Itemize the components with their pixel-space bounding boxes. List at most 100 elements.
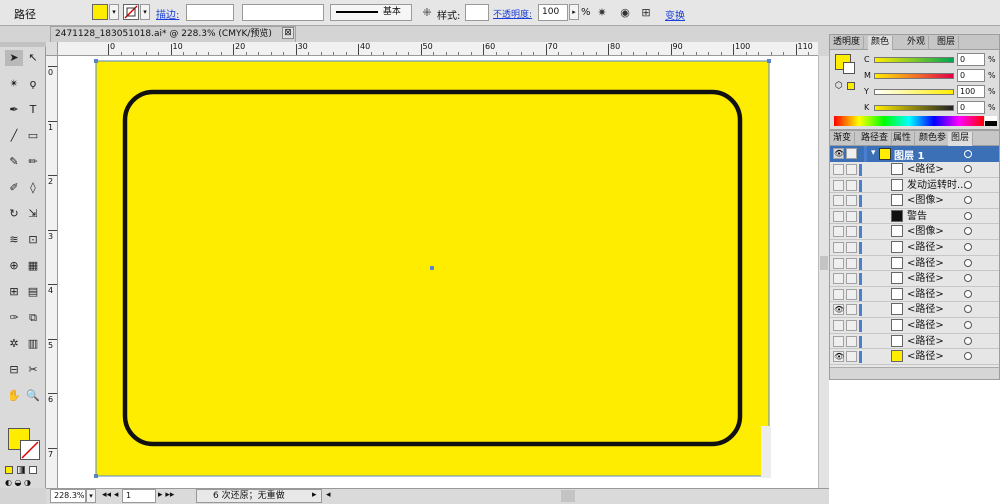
target-icon[interactable]	[964, 150, 972, 158]
layer-item-name[interactable]: <路径>	[907, 349, 969, 364]
layer-item-name[interactable]: <路径>	[907, 334, 969, 349]
artboard-nav-prev[interactable]: ◂◂ ◂	[102, 490, 118, 500]
fill-dropdown[interactable]: ▾	[109, 4, 119, 20]
lock-toggle[interactable]	[846, 320, 857, 331]
bounds-handle[interactable]	[94, 59, 98, 63]
channel-y-value[interactable]: 100	[957, 85, 985, 98]
bounds-handle[interactable]	[767, 59, 771, 63]
target-icon[interactable]	[964, 227, 972, 236]
tab-layers[interactable]: 图层	[948, 132, 974, 146]
none-mode-icon[interactable]	[29, 466, 37, 474]
layer-1-row[interactable]: 👁 ▾ 图层 1	[830, 146, 999, 162]
history-status[interactable]: 6 次还原；无重做	[196, 489, 322, 503]
layer-item-row[interactable]: <路径>	[830, 256, 999, 272]
eye-icon[interactable]	[833, 195, 844, 207]
lock-toggle[interactable]	[846, 164, 857, 175]
eraser-icon[interactable]: ◊	[24, 180, 42, 196]
layer-item-row[interactable]: 发动运转时...	[830, 178, 999, 194]
layer-item-row[interactable]: 👁 <路径>	[830, 349, 999, 365]
layer-item-name[interactable]: <路径>	[907, 302, 969, 317]
tab-layers-mini[interactable]: 图层	[934, 36, 960, 50]
layer-item-name[interactable]: <路径>	[907, 318, 969, 333]
layer-item-name[interactable]: <路径>	[907, 240, 969, 255]
channel-y-slider[interactable]	[874, 89, 954, 95]
artboard-nav-next[interactable]: ▸ ▸▸	[158, 490, 174, 500]
layer-item-name[interactable]: 警告	[907, 209, 969, 224]
chevron-down-icon[interactable]: ▾	[871, 148, 876, 158]
layer-item-row[interactable]: <路径>	[830, 271, 999, 287]
rotate-icon[interactable]: ↻	[5, 206, 23, 222]
horizontal-scroll-thumb[interactable]	[561, 490, 575, 502]
layer-item-name[interactable]: <路径>	[907, 256, 969, 271]
close-icon[interactable]: ⊠	[282, 27, 294, 39]
stroke-dropdown[interactable]: ▾	[140, 4, 150, 20]
eyedropper-icon[interactable]: ✑	[5, 310, 23, 326]
paintbrush-icon[interactable]: ✎	[5, 154, 23, 170]
channel-m-slider[interactable]	[874, 73, 954, 79]
slice-icon[interactable]: ✂	[24, 362, 42, 378]
blend-icon[interactable]: ⧉	[24, 310, 42, 326]
target-icon[interactable]	[964, 243, 972, 251]
eye-icon[interactable]	[833, 273, 844, 285]
layer-item-row[interactable]: <路径>	[830, 240, 999, 256]
recolor-icon[interactable]: ⁜	[419, 5, 435, 21]
lock-toggle[interactable]	[846, 242, 857, 253]
layer-item-name[interactable]: <路径>	[907, 287, 969, 302]
target-icon[interactable]	[964, 211, 972, 220]
color-spectrum-bar[interactable]	[834, 116, 984, 126]
tab-transparency[interactable]: 透明度	[830, 36, 865, 50]
zoom-dropdown[interactable]: ▾	[86, 489, 96, 503]
lock-toggle[interactable]	[846, 257, 857, 269]
vertical-ruler[interactable]: 012345678	[46, 56, 58, 488]
stroke-swatch[interactable]	[123, 4, 139, 20]
tab-color[interactable]: 颜色	[868, 36, 894, 50]
eye-icon[interactable]	[833, 242, 844, 253]
eye-icon[interactable]	[833, 335, 844, 347]
direct-selection-icon[interactable]: ↖	[24, 50, 42, 66]
channel-m-value[interactable]: 0	[957, 69, 985, 82]
eye-icon[interactable]	[833, 320, 844, 331]
lasso-icon[interactable]: ϙ	[24, 76, 42, 92]
shape-builder-icon[interactable]: ⊕	[5, 258, 23, 274]
tab-gradient[interactable]: 渐变	[830, 132, 856, 146]
target-icon[interactable]	[964, 274, 972, 283]
target-icon[interactable]	[964, 289, 972, 298]
tools-panel-grip[interactable]	[0, 42, 46, 47]
cube-icon[interactable]: ⬡	[835, 81, 843, 91]
channel-c-slider[interactable]	[874, 57, 954, 63]
layer-name[interactable]: 图层 1	[894, 147, 924, 162]
target-icon[interactable]	[964, 180, 972, 189]
perspective-icon[interactable]: ▦	[24, 258, 42, 274]
vertical-scrollbar[interactable]	[818, 56, 829, 488]
layer-item-row[interactable]: <路径>	[830, 318, 999, 334]
scroll-left-arrow[interactable]: ◂	[326, 490, 331, 500]
transform-link[interactable]: 变换	[665, 7, 685, 22]
panel-stroke-swatch[interactable]	[843, 62, 855, 74]
brush-definition[interactable]: 基本	[330, 4, 412, 21]
eye-icon[interactable]	[833, 164, 844, 175]
tab-appearance[interactable]: 外观	[904, 36, 930, 50]
eye-icon[interactable]	[833, 226, 844, 238]
draw-mode-icons[interactable]: ◐ ◒ ◑	[5, 478, 41, 487]
free-transform-icon[interactable]: ⊡	[24, 232, 42, 248]
layer-item-row[interactable]: <路径>	[830, 334, 999, 350]
rectangle-icon[interactable]: ▭	[24, 128, 42, 144]
variable-width-profile[interactable]	[242, 4, 324, 21]
blob-brush-icon[interactable]: ✐	[5, 180, 23, 196]
opacity-dropdown[interactable]: ▸	[569, 4, 579, 20]
layer-item-row[interactable]: <路径>	[830, 162, 999, 178]
lock-toggle[interactable]	[846, 335, 857, 347]
document-tab[interactable]: 2471128_183051018.ai* @ 228.3% (CMYK/预览)	[50, 26, 296, 42]
artboard-number[interactable]: 1	[122, 489, 156, 503]
eye-icon[interactable]	[833, 210, 844, 222]
bounds-handle[interactable]	[94, 474, 98, 478]
layer-item-row[interactable]: <图像>	[830, 193, 999, 209]
lock-toggle[interactable]	[846, 304, 857, 316]
scroll-thumb[interactable]	[820, 256, 828, 270]
pen-icon[interactable]: ✒	[5, 102, 23, 118]
zoom-field[interactable]: 228.3%	[50, 489, 86, 503]
eye-icon[interactable]: 👁	[833, 148, 844, 159]
color-mode-icon[interactable]	[5, 466, 13, 474]
style-picker[interactable]	[465, 4, 489, 21]
tab-pathfinder[interactable]: 路径查	[858, 132, 893, 146]
